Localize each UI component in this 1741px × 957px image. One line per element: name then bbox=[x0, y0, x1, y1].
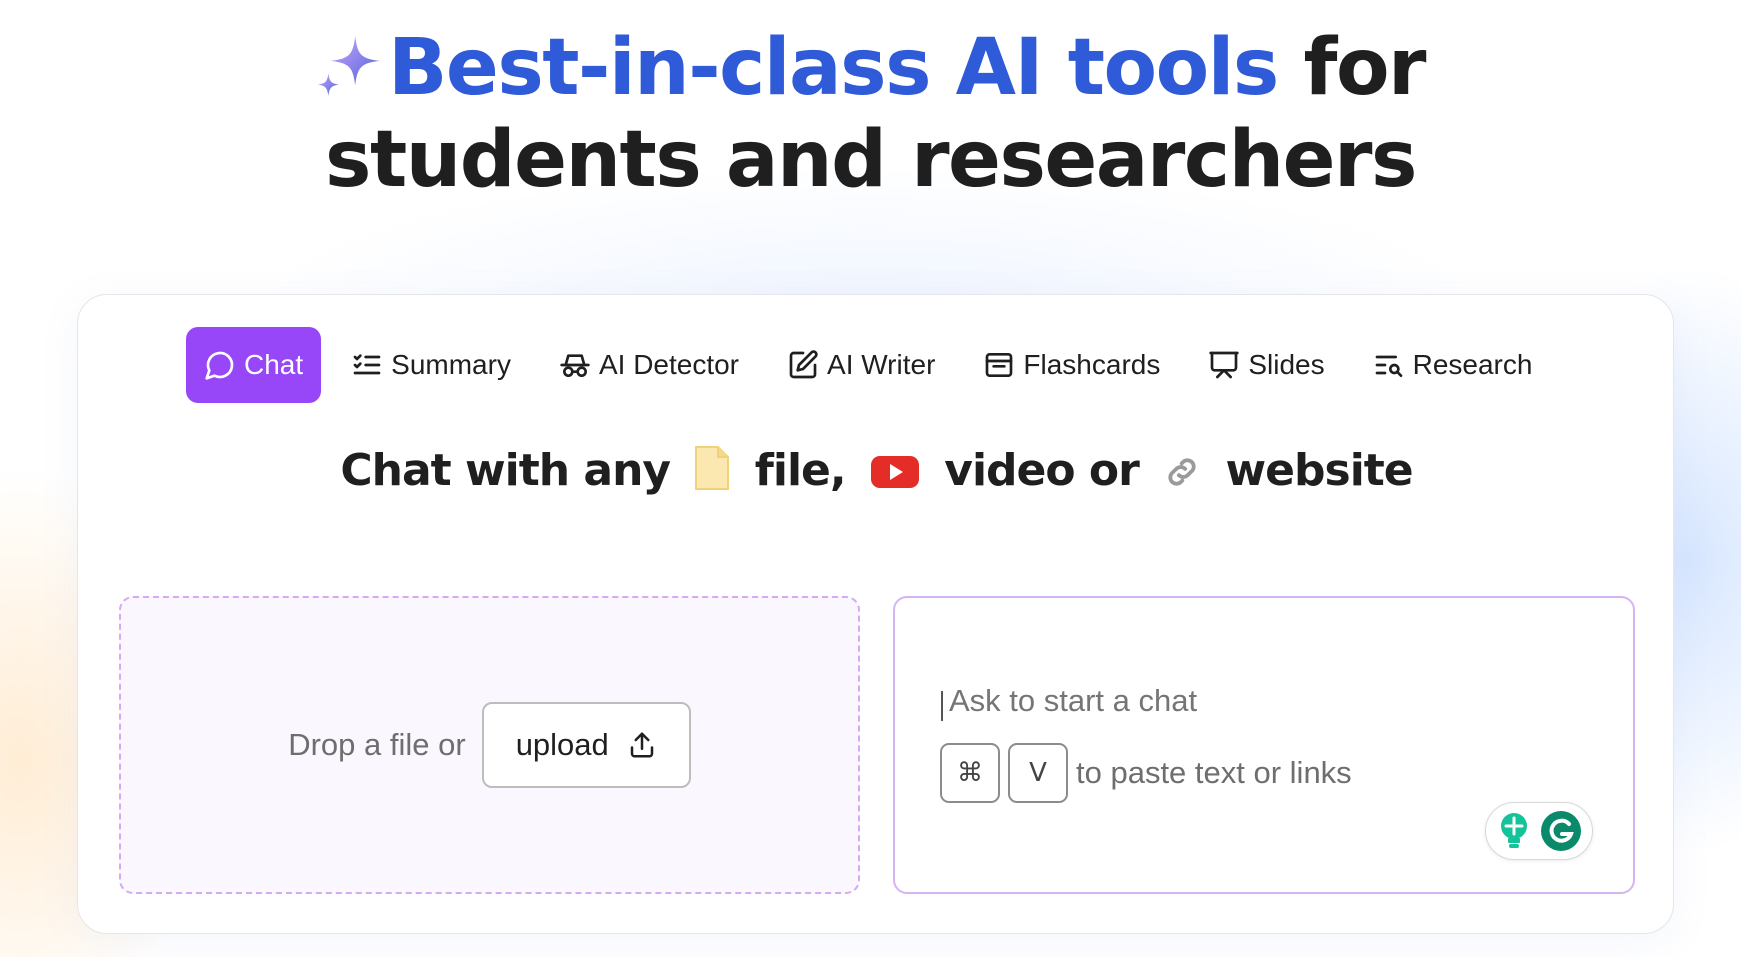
tab-label: AI Detector bbox=[598, 349, 740, 380]
tab-ai-writer[interactable]: AI Writer bbox=[769, 327, 953, 403]
tool-card: Chat Summary AI Detector AI Writer Flash… bbox=[77, 294, 1674, 934]
tool-tabs: Chat Summary AI Detector AI Writer Flash… bbox=[186, 327, 1562, 403]
chat-subheading: Chat with any file, video or website bbox=[78, 445, 1675, 496]
headline-line-1: Best-in-class AI tools for bbox=[0, 22, 1741, 114]
document-icon bbox=[695, 446, 730, 490]
page-headline: Best-in-class AI tools for students and … bbox=[0, 22, 1741, 206]
tab-label: Summary bbox=[391, 349, 511, 380]
headline-rest: for bbox=[1277, 23, 1427, 113]
page: Best-in-class AI tools for students and … bbox=[0, 0, 1741, 957]
paste-hint: ⌘ V to paste text or links bbox=[940, 743, 1352, 803]
headline-line-2: students and researchers bbox=[325, 115, 1417, 205]
tab-ai-detector[interactable]: AI Detector bbox=[541, 327, 757, 403]
v-key: V bbox=[1008, 743, 1068, 803]
text-caret bbox=[941, 691, 943, 721]
tab-label: Flashcards bbox=[1023, 349, 1161, 380]
tab-chat[interactable]: Chat bbox=[186, 327, 322, 403]
subheading-part-1: Chat with any bbox=[340, 445, 671, 496]
tab-research[interactable]: Research bbox=[1355, 327, 1551, 403]
search-list-icon bbox=[1375, 355, 1402, 377]
lightbulb-icon bbox=[1500, 813, 1527, 848]
presentation-icon bbox=[1209, 351, 1240, 379]
headline-accent: Best-in-class AI tools bbox=[387, 23, 1279, 113]
tab-slides[interactable]: Slides bbox=[1190, 327, 1342, 403]
upload-label: upload bbox=[515, 727, 609, 762]
upload-icon bbox=[630, 732, 654, 758]
tab-label: Slides bbox=[1248, 349, 1325, 380]
grammarly-widget[interactable] bbox=[1485, 802, 1593, 860]
tab-flashcards[interactable]: Flashcards bbox=[965, 327, 1178, 403]
incognito-icon bbox=[560, 354, 590, 377]
tab-summary[interactable]: Summary bbox=[333, 327, 529, 403]
cards-icon bbox=[986, 353, 1013, 377]
tab-label: Chat bbox=[244, 349, 304, 380]
subheading-part-4: website bbox=[1225, 445, 1414, 496]
chat-bubble-icon bbox=[205, 351, 234, 380]
tab-label: Research bbox=[1412, 349, 1533, 380]
checklist-icon bbox=[353, 354, 381, 375]
chat-input-box[interactable]: ⌘ V to paste text or links bbox=[893, 596, 1635, 894]
sparkle-icon bbox=[318, 36, 380, 96]
paste-hint-text: to paste text or links bbox=[1076, 755, 1352, 790]
chat-input[interactable] bbox=[949, 683, 1549, 719]
file-dropzone[interactable]: Drop a file or upload bbox=[119, 596, 860, 894]
subheading-part-2: file, bbox=[754, 445, 847, 496]
dropzone-text: Drop a file or bbox=[288, 727, 466, 762]
tab-label: AI Writer bbox=[827, 349, 936, 380]
command-key: ⌘ bbox=[940, 743, 1000, 803]
youtube-icon bbox=[870, 456, 919, 488]
grammarly-icon bbox=[1540, 811, 1581, 851]
link-icon bbox=[1168, 458, 1196, 486]
subheading-part-3: video or bbox=[944, 445, 1140, 496]
edit-icon bbox=[789, 350, 818, 379]
upload-button[interactable]: upload bbox=[481, 702, 691, 788]
